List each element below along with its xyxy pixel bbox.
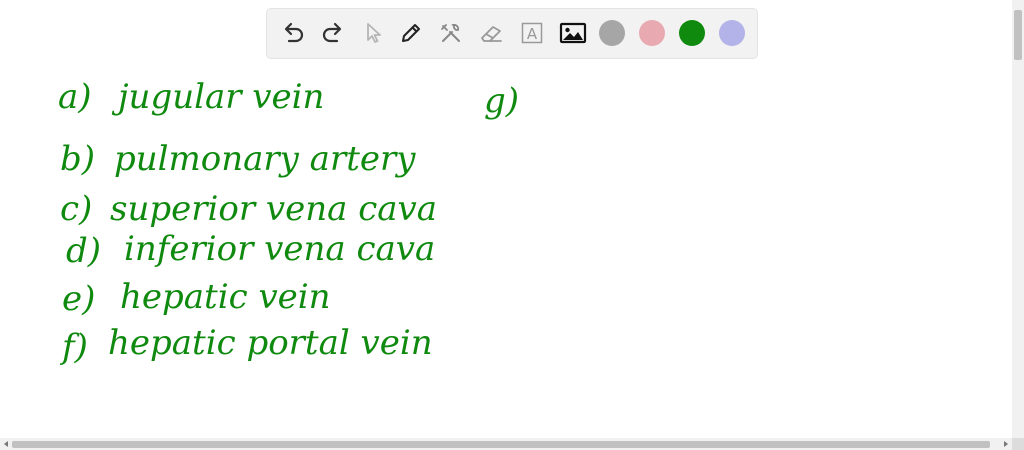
scrollbar-corner xyxy=(1012,438,1024,450)
note-marker-g: g) xyxy=(484,81,519,121)
note-marker-b: b) xyxy=(60,139,95,179)
note-marker-c: c) xyxy=(60,189,92,229)
note-marker-e: e) xyxy=(62,279,95,319)
scroll-right-button[interactable] xyxy=(1000,438,1012,450)
scroll-right-arrow-icon xyxy=(1004,441,1008,447)
note-text-c: superior vena cava xyxy=(110,189,437,229)
note-text-b: pulmonary artery xyxy=(114,139,416,179)
vertical-scroll-thumb[interactable] xyxy=(1014,10,1022,60)
note-text-f: hepatic portal vein xyxy=(108,323,433,363)
scroll-left-button[interactable] xyxy=(0,438,12,450)
note-marker-d: d) xyxy=(66,231,101,271)
note-marker-a: a) xyxy=(58,77,92,117)
vertical-scrollbar[interactable] xyxy=(1012,0,1024,438)
horizontal-scroll-thumb[interactable] xyxy=(12,441,990,448)
note-marker-f: f) xyxy=(59,327,88,367)
handwritten-notes: a) jugular vein b) pulmonary artery c) s… xyxy=(58,77,519,367)
note-text-a: jugular vein xyxy=(111,77,324,117)
scroll-left-arrow-icon xyxy=(4,441,8,447)
note-text-e: hepatic vein xyxy=(120,277,331,317)
note-text-d: inferior vena cava xyxy=(124,229,435,269)
whiteboard-canvas[interactable]: A a) jugular vein b) pulmonary artery c)… xyxy=(0,0,1012,438)
horizontal-scrollbar[interactable] xyxy=(0,438,1012,450)
